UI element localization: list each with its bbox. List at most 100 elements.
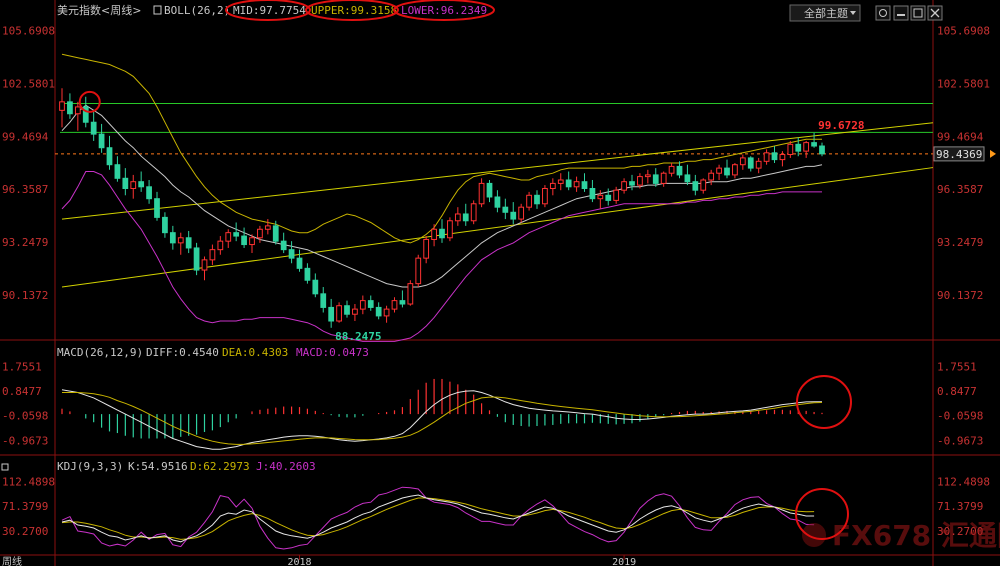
price-axis-right-label: 96.3587 <box>937 183 983 196</box>
chart-canvas: 美元指数<周线> BOLL(26,2) MID:97.7754 UPPER:99… <box>0 0 1000 566</box>
candle-body <box>542 187 548 205</box>
candle-body <box>304 267 311 281</box>
candle-body <box>312 279 319 295</box>
price-axis-left-label: 93.2479 <box>2 236 48 249</box>
candle-body <box>652 174 659 184</box>
candle-body <box>660 172 667 184</box>
candle-body <box>352 308 358 315</box>
candle-body <box>597 194 604 200</box>
macd-histogram-value: MACD:0.0473 <box>296 346 369 359</box>
candle-body <box>169 232 176 244</box>
settings-button[interactable] <box>875 5 891 21</box>
candle-body <box>549 182 556 189</box>
candle-body <box>106 147 113 166</box>
candle-body <box>67 101 73 115</box>
price-axis-left-label: 90.1372 <box>2 289 48 302</box>
boll-lower-value: LOWER:96.2349 <box>401 4 487 17</box>
candle-body <box>613 189 620 201</box>
candle-body <box>692 181 699 191</box>
close-button[interactable] <box>927 5 943 21</box>
candle-body <box>708 172 715 181</box>
minimize-button[interactable] <box>893 5 909 21</box>
candle-body <box>502 206 509 213</box>
candle-body <box>811 142 817 147</box>
price-axis-right-label: 93.2479 <box>937 236 983 249</box>
theme-dropdown-label: 全部主题 <box>804 6 848 20</box>
kdj-axis-left-label: 71.3799 <box>2 500 48 513</box>
x-axis-label: 2019 <box>612 557 636 566</box>
candle-body <box>447 220 453 239</box>
price-axis-left-label: 99.4694 <box>2 130 49 143</box>
macd-axis-left-label: 0.8477 <box>2 385 42 398</box>
candle-body <box>684 174 691 183</box>
candle-body <box>233 232 240 237</box>
minimize-button-box[interactable] <box>893 5 909 21</box>
macd-axis-left-label: -0.0598 <box>2 410 48 423</box>
candle-body <box>763 152 770 162</box>
maximize-button-box[interactable] <box>910 5 926 21</box>
macd-axis-right-label: 1.7551 <box>937 361 977 374</box>
maximize-button[interactable] <box>910 5 926 21</box>
candle-body <box>391 300 398 310</box>
candle-body <box>771 152 778 161</box>
candle-body <box>59 101 65 111</box>
candle-body <box>209 249 216 261</box>
price-axis-right-label: 90.1372 <box>937 289 983 302</box>
candle-body <box>439 228 445 239</box>
candle-body <box>344 305 350 315</box>
candle-body <box>795 143 802 152</box>
macd-axis-left-label: -0.9673 <box>2 434 48 447</box>
high-annotation: 99.6728 <box>818 119 864 132</box>
kdj-axis-right-label: 71.3799 <box>937 500 983 513</box>
settings-button-box[interactable] <box>875 5 891 21</box>
minimize-icon <box>897 14 905 16</box>
theme-dropdown[interactable]: 全部主题 <box>789 4 861 22</box>
candle-body <box>494 196 501 208</box>
candle-body <box>177 237 184 244</box>
candle-body <box>122 177 129 189</box>
candle-body <box>644 174 651 178</box>
candle-body <box>787 143 794 156</box>
price-axis-right-label: 105.6908 <box>937 25 990 38</box>
kdj-axis-left-label: 30.2700 <box>2 525 48 538</box>
price-axis-right-label: 102.5801 <box>937 77 990 90</box>
candle-body <box>415 257 422 285</box>
candle-body <box>257 228 263 239</box>
boll-upper-value: UPPER:99.3158 <box>311 4 397 17</box>
candle-body <box>676 165 683 176</box>
candle-body <box>534 194 540 205</box>
candle-body <box>637 176 643 186</box>
macd-header: MACD(26,12,9) DIFF:0.4540 DEA:0.4303 MAC… <box>57 346 369 359</box>
chart-title: 美元指数<周线> <box>57 3 141 17</box>
boll-indicator-label: BOLL(26,2) <box>164 4 230 17</box>
candle-body <box>732 164 738 176</box>
candle-body <box>201 259 208 271</box>
price-axis-left-label: 102.5801 <box>2 77 55 90</box>
candle-body <box>399 300 406 305</box>
candle-body <box>510 211 517 220</box>
candle-body <box>296 257 303 269</box>
candle-body <box>383 308 390 317</box>
candle-body <box>819 145 825 155</box>
price-axis-left-label: 96.3587 <box>2 183 48 196</box>
candle-body <box>518 206 525 220</box>
candle-body <box>74 106 81 115</box>
macd-dea-value: DEA:0.4303 <box>222 346 288 359</box>
candle-body <box>280 240 287 251</box>
watermark-logo-icon <box>802 523 826 547</box>
candle-body <box>700 179 707 191</box>
candle-body <box>241 235 247 246</box>
candle-body <box>249 237 255 246</box>
low-annotation: 88.2475 <box>335 330 381 343</box>
candle-body <box>367 300 374 308</box>
candle-body <box>486 182 493 198</box>
candle-body <box>454 213 461 222</box>
candle-body <box>264 225 271 230</box>
candle-body <box>431 228 437 240</box>
macd-indicator-label: MACD(26,12,9) <box>57 346 143 359</box>
candle-body <box>193 247 200 271</box>
candle-body <box>336 305 342 322</box>
kdj-axis-right-label: 112.4898 <box>937 476 990 489</box>
macd-axis-right-label: -0.9673 <box>937 434 983 447</box>
candle-body <box>716 167 722 174</box>
